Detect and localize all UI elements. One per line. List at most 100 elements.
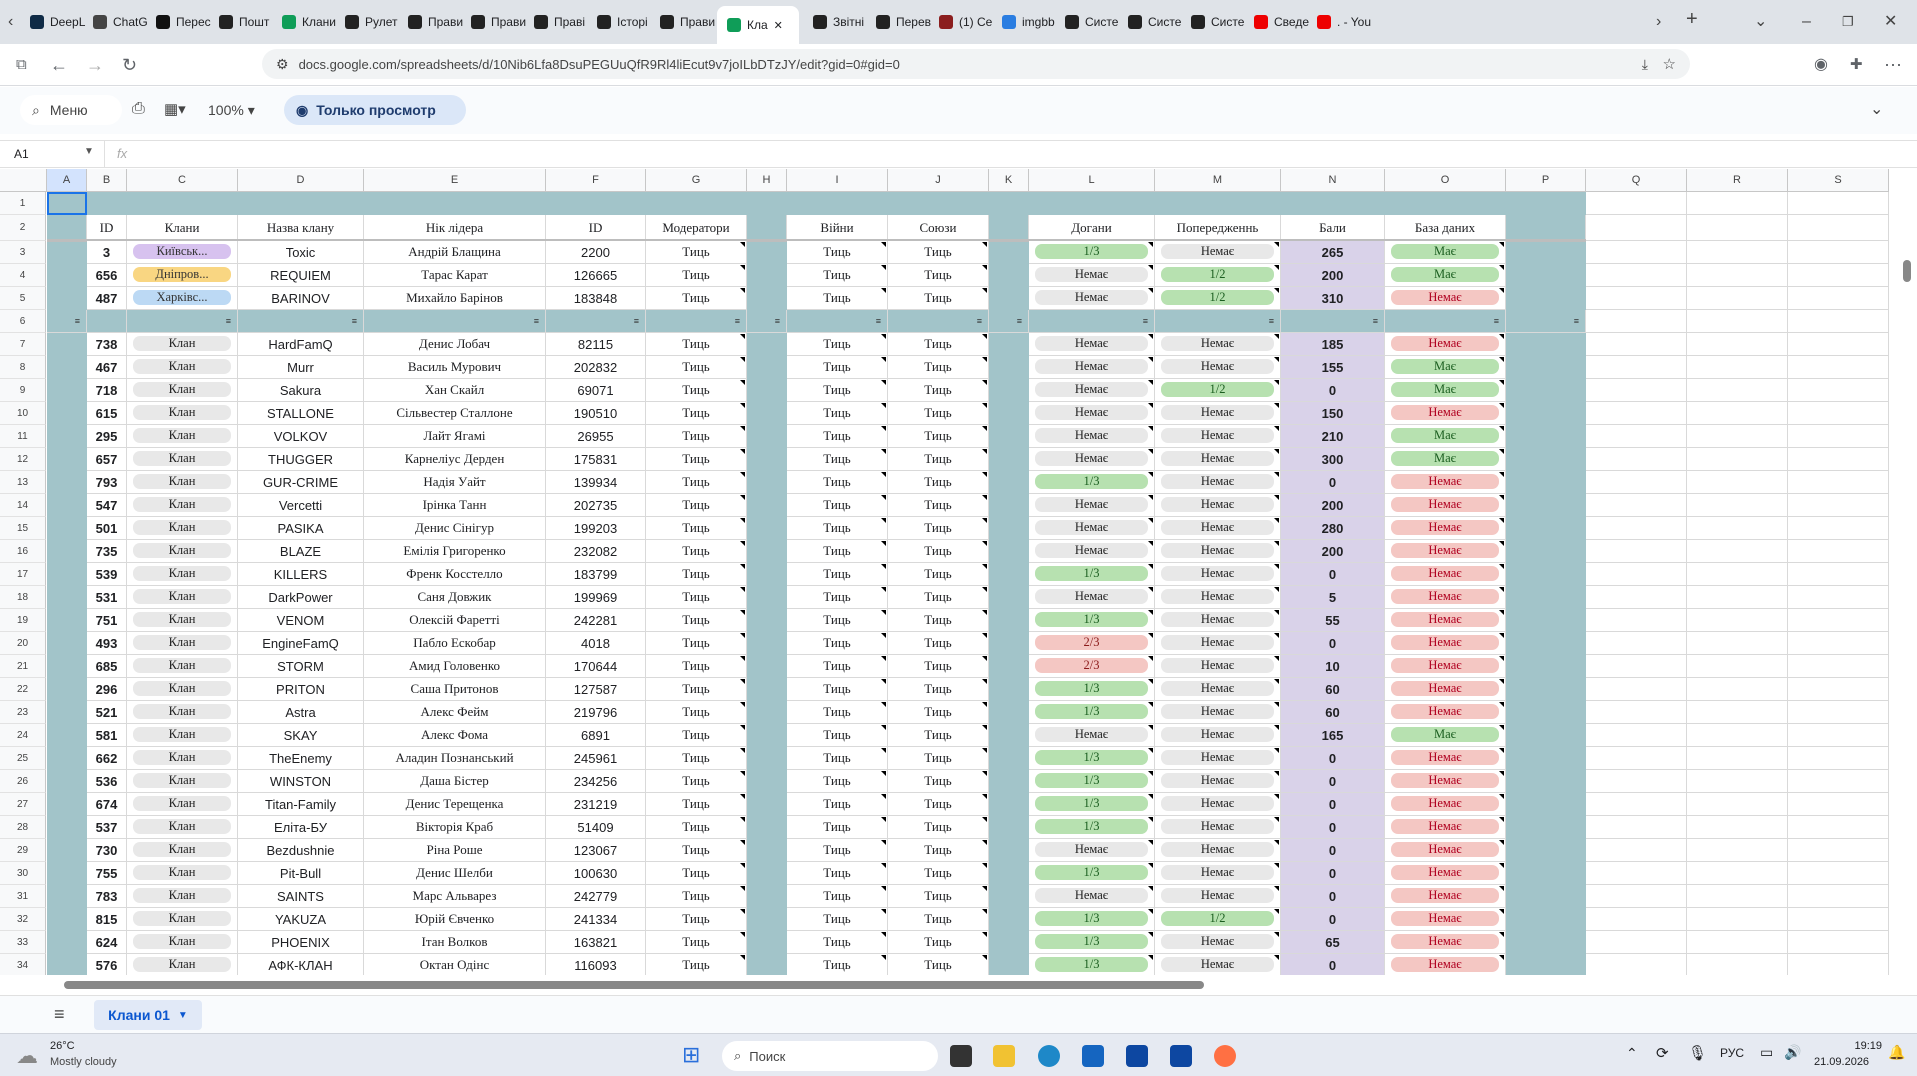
cell-clan[interactable]: Клан	[127, 793, 238, 816]
format-icon[interactable]: ▦▾	[164, 100, 186, 118]
cell-database-chip[interactable]: Немає	[1391, 796, 1499, 811]
browser-tab[interactable]: Перев	[876, 8, 938, 36]
menu-search-button[interactable]: ⌕ Меню	[20, 95, 122, 125]
dropdown-marker-icon[interactable]	[740, 518, 745, 523]
cell-database-chip[interactable]: Немає	[1391, 290, 1499, 305]
cell-wars[interactable]: Тиць	[787, 678, 888, 701]
cell-moderators[interactable]: Тиць	[646, 448, 747, 471]
bookmark-star-icon[interactable]: ☆	[1663, 55, 1676, 73]
language-indicator[interactable]: РУС	[1720, 1046, 1744, 1060]
cell-alliances[interactable]: Тиць	[888, 563, 989, 586]
cell-database[interactable]: Має	[1385, 425, 1506, 448]
dropdown-marker-icon[interactable]	[1499, 564, 1504, 569]
dropdown-marker-icon[interactable]	[1274, 518, 1279, 523]
cell-clan[interactable]: Клан	[127, 632, 238, 655]
cell-clan-chip[interactable]: Клан	[133, 497, 231, 512]
dropdown-marker-icon[interactable]	[1148, 932, 1153, 937]
dropdown-marker-icon[interactable]	[1499, 472, 1504, 477]
cell-reprimands-chip[interactable]: 2/3	[1035, 658, 1148, 673]
dropdown-marker-icon[interactable]	[1148, 449, 1153, 454]
dropdown-marker-icon[interactable]	[1148, 380, 1153, 385]
dropdown-marker-icon[interactable]	[1274, 449, 1279, 454]
cell-clan-chip[interactable]: Клан	[133, 566, 231, 581]
dropdown-marker-icon[interactable]	[1499, 840, 1504, 845]
dropdown-marker-icon[interactable]	[740, 357, 745, 362]
dropdown-marker-icon[interactable]	[1499, 495, 1504, 500]
cell-clan-chip[interactable]: Клан	[133, 957, 231, 972]
vertical-scrollbar[interactable]	[1903, 260, 1911, 282]
filter-icon[interactable]: ≡	[534, 317, 539, 326]
cell-wars[interactable]: Тиць	[787, 862, 888, 885]
cell-wars[interactable]: Тиць	[787, 264, 888, 287]
row-header[interactable]: 14	[0, 494, 46, 517]
cell-moderators[interactable]: Тиць	[646, 816, 747, 839]
dropdown-marker-icon[interactable]	[1148, 955, 1153, 960]
filter-icon[interactable]: ≡	[735, 317, 740, 326]
filter-icon[interactable]: ≡	[75, 317, 80, 326]
cell-warnings[interactable]: 1/2	[1155, 287, 1281, 310]
cell-alliances[interactable]: Тиць	[888, 540, 989, 563]
cell-clan-chip[interactable]: Харківс...	[133, 290, 231, 305]
browser-tab[interactable]: Систе	[1065, 8, 1127, 36]
cell-warnings-chip[interactable]: Немає	[1161, 543, 1274, 558]
cell-database-chip[interactable]: Немає	[1391, 336, 1499, 351]
dropdown-marker-icon[interactable]	[1274, 403, 1279, 408]
cell-reprimands-chip[interactable]: Немає	[1035, 520, 1148, 535]
cell-moderators[interactable]: Тиць	[646, 379, 747, 402]
dropdown-marker-icon[interactable]	[740, 426, 745, 431]
cell-database[interactable]: Немає	[1385, 885, 1506, 908]
windows-start-icon[interactable]: ⊞	[682, 1042, 700, 1068]
cell-database[interactable]: Має	[1385, 356, 1506, 379]
cell-clan[interactable]: Клан	[127, 885, 238, 908]
app-icon-2[interactable]	[1170, 1045, 1192, 1067]
dropdown-marker-icon[interactable]	[982, 541, 987, 546]
browser-tab[interactable]: Прави	[408, 8, 470, 36]
dropdown-marker-icon[interactable]	[1148, 288, 1153, 293]
cell-clan[interactable]: Клан	[127, 402, 238, 425]
column-header-o[interactable]: O	[1385, 169, 1506, 192]
row-header[interactable]: 27	[0, 793, 46, 816]
dropdown-marker-icon[interactable]	[1274, 426, 1279, 431]
dropdown-marker-icon[interactable]	[1274, 472, 1279, 477]
browser-tab[interactable]: DeepL	[30, 8, 92, 36]
cell-alliances[interactable]: Тиць	[888, 862, 989, 885]
all-sheets-icon[interactable]: ≡	[54, 1004, 65, 1025]
cell-wars[interactable]: Тиць	[787, 425, 888, 448]
cell-moderators[interactable]: Тиць	[646, 678, 747, 701]
cell-warnings-chip[interactable]: Немає	[1161, 934, 1274, 949]
cell-warnings[interactable]: Немає	[1155, 563, 1281, 586]
dropdown-marker-icon[interactable]	[881, 817, 886, 822]
dropdown-marker-icon[interactable]	[1274, 564, 1279, 569]
dropdown-marker-icon[interactable]	[1274, 863, 1279, 868]
cell-alliances[interactable]: Тиць	[888, 816, 989, 839]
cell-reprimands-chip[interactable]: 1/3	[1035, 796, 1148, 811]
cell-reprimands-chip[interactable]: Немає	[1035, 290, 1148, 305]
cell-warnings[interactable]: Немає	[1155, 678, 1281, 701]
sheet-tab-active[interactable]: Клани 01 ▼	[94, 1000, 202, 1030]
cell-reprimands[interactable]: Немає	[1029, 333, 1155, 356]
cell-database-chip[interactable]: Немає	[1391, 865, 1499, 880]
dropdown-marker-icon[interactable]	[1148, 840, 1153, 845]
dropdown-marker-icon[interactable]	[982, 863, 987, 868]
dropdown-marker-icon[interactable]	[982, 794, 987, 799]
cell-moderators[interactable]: Тиць	[646, 609, 747, 632]
column-header-n[interactable]: N	[1281, 169, 1385, 192]
cell-moderators[interactable]: Тиць	[646, 287, 747, 310]
cell-database[interactable]: Немає	[1385, 333, 1506, 356]
browser-tab[interactable]: ChatG	[93, 8, 155, 36]
cell-reprimands-chip[interactable]: Немає	[1035, 405, 1148, 420]
cell-database[interactable]: Немає	[1385, 954, 1506, 975]
dropdown-marker-icon[interactable]	[1499, 748, 1504, 753]
dropdown-marker-icon[interactable]	[982, 886, 987, 891]
cell-database-chip[interactable]: Немає	[1391, 405, 1499, 420]
row-header[interactable]: 3	[0, 241, 46, 264]
dropdown-marker-icon[interactable]	[1274, 771, 1279, 776]
cell-clan-chip[interactable]: Дніпров...	[133, 267, 231, 282]
cell-database-chip[interactable]: Немає	[1391, 474, 1499, 489]
dropdown-marker-icon[interactable]	[740, 748, 745, 753]
filter-icon[interactable]: ≡	[352, 317, 357, 326]
taskbar-search-input[interactable]: ⌕ Поиск	[722, 1041, 938, 1071]
cell-clan-chip[interactable]: Клан	[133, 704, 231, 719]
column-header-r[interactable]: R	[1687, 169, 1788, 192]
dropdown-marker-icon[interactable]	[1148, 748, 1153, 753]
